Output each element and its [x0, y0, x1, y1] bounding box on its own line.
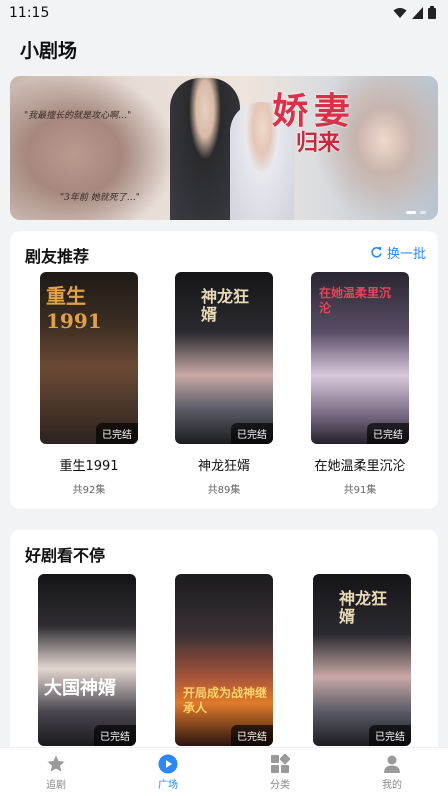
tab-mine[interactable]: 我的: [336, 748, 448, 796]
page-title: 小剧场: [20, 40, 78, 62]
drama-poster[interactable]: 重生 1991 已完结: [40, 272, 138, 444]
signal-icon: [412, 6, 423, 19]
tab-following[interactable]: 追剧: [0, 748, 112, 796]
drama-poster[interactable]: 开局成为战神继承人 已完结: [175, 574, 273, 746]
refresh-icon: [371, 246, 382, 258]
status-time: 11:15: [9, 5, 50, 21]
status-badge: 已完结: [94, 725, 136, 746]
tab-label: 我的: [382, 779, 402, 791]
tab-square[interactable]: 广场: [112, 748, 224, 796]
episode-count: 共92集: [72, 485, 106, 496]
drama-title[interactable]: 在她温柔里沉沦: [292, 455, 428, 474]
grid-icon: [271, 753, 290, 773]
status-badge: 已完结: [369, 725, 411, 746]
tab-label: 分类: [270, 779, 290, 791]
episode-count: 共89集: [207, 485, 241, 496]
banner-title: 娇妻: [272, 90, 357, 132]
user-icon: [384, 755, 400, 773]
status-badge: 已完结: [231, 423, 273, 444]
poster-title: 重生 1991: [46, 284, 102, 333]
banner-subtitle: 归来: [296, 130, 341, 156]
battery-icon: [428, 6, 436, 19]
star-icon: [47, 755, 65, 772]
recommend-section: 剧友推荐 换一批 重生 1991 已完结 重生1991 共92集 神龙狂婿 已完…: [10, 231, 438, 509]
drama-poster[interactable]: 在她温柔里沉沦 已完结: [311, 272, 409, 444]
drama-poster[interactable]: 大国神婿 已完结: [38, 574, 136, 746]
section-title: 剧友推荐: [25, 247, 90, 266]
banner-quote: "3年前 她就死了…": [60, 193, 140, 203]
banner-dot: [420, 211, 426, 214]
featured-banner[interactable]: "我最擅长的就是攻心啊…" "3年前 她就死了…" 娇妻 归来: [10, 76, 438, 220]
poster-title: 在她温柔里沉沦: [319, 286, 392, 315]
status-badge: 已完结: [367, 423, 409, 444]
episode-count: 共91集: [343, 485, 377, 496]
play-icon: [158, 754, 178, 773]
tab-category[interactable]: 分类: [224, 748, 336, 796]
drama-poster[interactable]: 神龙狂婿 已完结: [313, 574, 411, 746]
bottom-tab-bar: 追剧 广场 分类 我的: [0, 747, 448, 796]
tab-label: 追剧: [46, 779, 66, 791]
poster-title: 开局成为战神继承人: [183, 686, 268, 715]
wifi-icon: [393, 7, 407, 18]
nonstop-section: 好剧看不停 大国神婿 已完结 开局成为战神继承人 已完结 神龙狂婿 已完结: [10, 530, 438, 760]
banner-page-indicator: [406, 211, 426, 214]
section-title: 好剧看不停: [25, 546, 106, 565]
banner-quote: "我最擅长的就是攻心啊…": [24, 111, 132, 121]
status-bar: 11:15: [0, 0, 448, 26]
drama-poster[interactable]: 神龙狂婿 已完结: [175, 272, 273, 444]
banner-dot: [406, 211, 416, 214]
tab-label: 广场: [158, 779, 178, 791]
drama-title[interactable]: 神龙狂婿: [156, 455, 292, 474]
refresh-label: 换一批: [386, 247, 426, 262]
poster-title: 大国神婿: [44, 678, 116, 699]
status-badge: 已完结: [231, 725, 273, 746]
poster-title: 神龙狂婿: [201, 287, 250, 324]
refresh-button[interactable]: 换一批: [370, 243, 426, 262]
status-icons: [393, 6, 436, 19]
poster-title: 神龙狂婿: [339, 589, 388, 626]
drama-title[interactable]: 重生1991: [21, 455, 157, 474]
status-badge: 已完结: [96, 423, 138, 444]
